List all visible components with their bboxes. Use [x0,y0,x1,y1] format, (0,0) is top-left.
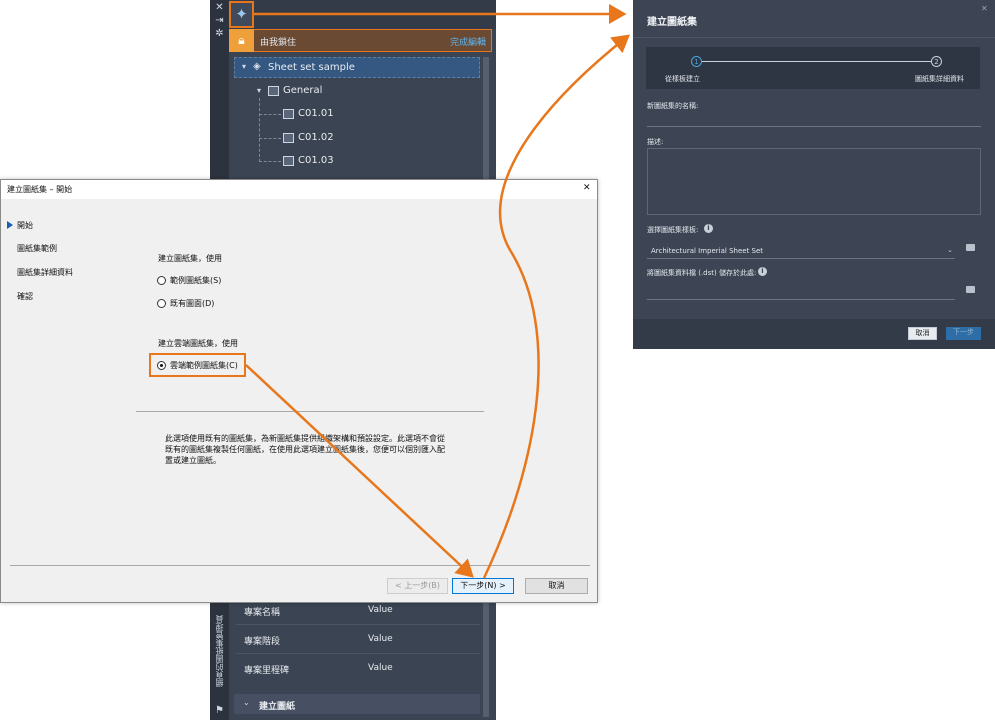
annotation-arrows [245,4,630,579]
arrow-next-to-modern-dialog [482,34,630,579]
arrow-to-next-button [245,364,474,578]
